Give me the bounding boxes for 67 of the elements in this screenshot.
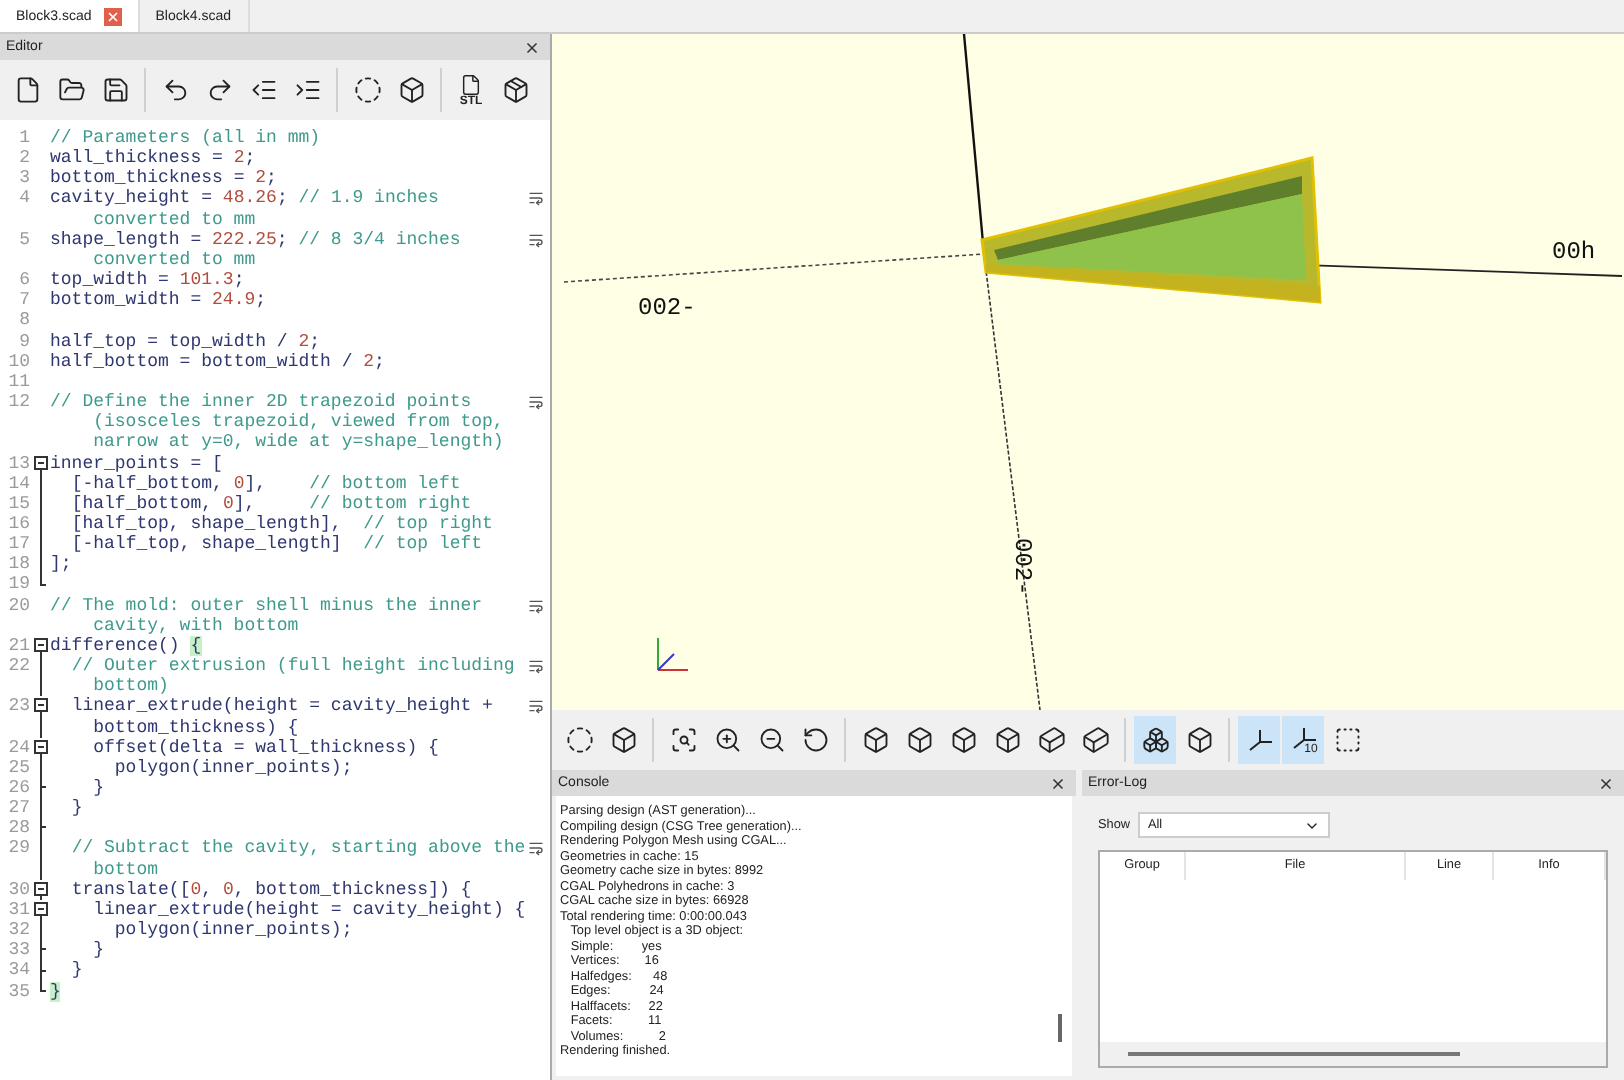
line-number: 10	[6, 351, 32, 372]
code-line: // Outer extrusion (full height including bottom)	[69, 656, 517, 697]
line-number: 26	[6, 778, 32, 799]
line-number: 9	[17, 331, 32, 352]
code-line: [-half_top, shape_length] // top left	[69, 534, 485, 555]
code-line: translate([0, 0, bottom_thickness]) {	[69, 879, 474, 900]
line-number: 2	[17, 148, 32, 169]
line-number: 31	[6, 899, 32, 921]
code-line: // The mold: outer shell minus the inner cavity, with bottom	[50, 595, 485, 636]
code-line: [half_bottom, 0], // bottom right	[69, 493, 474, 514]
code-line: bottom_thickness = 2;	[50, 168, 279, 189]
line-number: 3	[17, 168, 32, 189]
line-number: 29	[6, 838, 32, 863]
line-number: 32	[6, 920, 32, 941]
line-number: 1	[17, 128, 32, 149]
line-number: 21	[6, 635, 32, 657]
line-number: 13	[6, 453, 32, 474]
code-line: ];	[50, 554, 74, 575]
line-number: 11	[6, 371, 32, 393]
axis-label: 00h	[1552, 238, 1596, 266]
line-number: 5	[17, 229, 32, 254]
code-line: bottom_width = 24.9;	[50, 290, 269, 311]
line-number: 14	[6, 473, 32, 494]
code-line: polygon(inner_points);	[112, 920, 355, 941]
line-number: 17	[6, 534, 32, 555]
line-number: 19	[6, 574, 32, 596]
line-number: 6	[17, 270, 32, 291]
line-number: 30	[6, 879, 32, 900]
code-line: // Parameters (all in mm)	[50, 128, 323, 149]
code-line: linear_extrude(height = cavity_height) {	[91, 899, 528, 921]
line-number: 28	[6, 818, 32, 839]
line-number: 24	[6, 737, 32, 758]
code-line: [half_top, shape_length], // top right	[69, 513, 495, 535]
code-line: }	[91, 940, 107, 961]
code-line: top_width = 101.3;	[50, 270, 247, 291]
line-number: 34	[6, 960, 32, 982]
code-line: shape_length = 222.25; // 8 3/4 inches converted to mm	[50, 229, 463, 271]
line-number: 15	[6, 493, 32, 514]
code-line: inner_points = [	[50, 453, 225, 474]
line-number: 25	[6, 757, 32, 778]
line-number: 18	[6, 554, 32, 575]
line-number: 23	[6, 696, 32, 721]
code-line: half_top = top_width / 2;	[50, 331, 323, 352]
line-number: 8	[17, 310, 32, 332]
line-number: 16	[6, 513, 32, 535]
line-number: 27	[6, 798, 32, 819]
code-line: [-half_bottom, 0], // bottom left	[69, 473, 463, 494]
code-line: half_bottom = bottom_width / 2;	[50, 351, 387, 372]
line-number: 12	[6, 392, 32, 417]
code-line: // Subtract the cavity, starting above the bottom	[69, 838, 528, 880]
line-number: 22	[6, 656, 32, 681]
line-number: 35	[6, 981, 32, 1002]
code-line: offset(delta = wall_thickness) {	[91, 737, 441, 758]
code-line: wall_thickness = 2;	[50, 148, 258, 169]
code-line: polygon(inner_points);	[112, 757, 355, 778]
axis-label: 002-	[638, 294, 696, 322]
line-number: 7	[17, 290, 32, 311]
code-line: }	[91, 778, 107, 799]
code-line: }	[69, 960, 85, 982]
code-line: difference() {	[50, 635, 204, 657]
line-number: 20	[6, 595, 32, 620]
axis-label: 002-	[1008, 538, 1036, 596]
code-line: }	[69, 798, 85, 819]
line-number: 4	[17, 188, 32, 213]
code-line: cavity_height = 48.26; // 1.9 inches converted to mm	[50, 188, 441, 230]
line-number: 33	[6, 940, 32, 961]
code-line: // Define the inner 2D trapezoid points (isosceles trapezoid, viewed from top, narrow at y=0, wide at y=shape_length)	[50, 392, 506, 453]
